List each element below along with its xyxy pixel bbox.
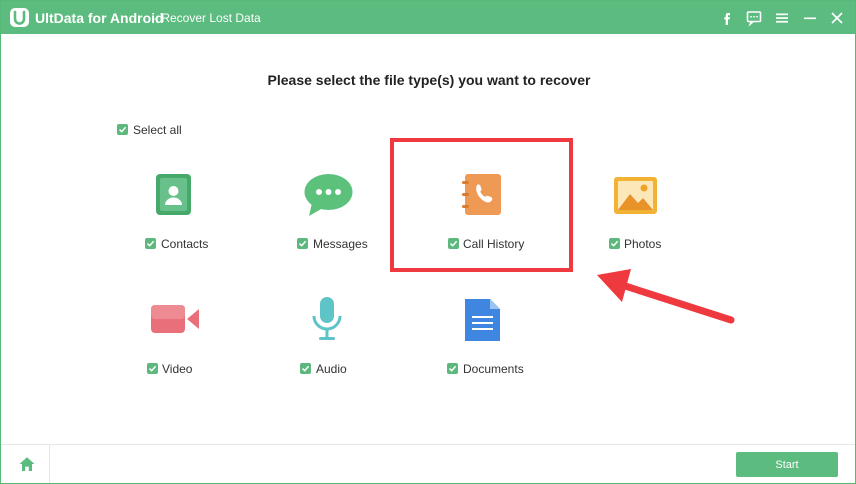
video-label[interactable]: Video (162, 362, 192, 376)
documents-label[interactable]: Documents (463, 362, 524, 376)
photos-checkbox[interactable] (609, 238, 620, 249)
contacts-label[interactable]: Contacts (161, 237, 208, 251)
app-logo-icon (10, 8, 29, 27)
contacts-icon[interactable] (156, 174, 192, 216)
home-icon[interactable] (16, 453, 38, 475)
app-name: UltData for Android (35, 10, 164, 26)
audio-label[interactable]: Audio (316, 362, 347, 376)
start-button[interactable]: Start (736, 452, 838, 477)
audio-icon[interactable] (311, 297, 343, 341)
messages-label[interactable]: Messages (313, 237, 368, 251)
menu-icon[interactable] (772, 8, 792, 28)
documents-icon[interactable] (465, 299, 500, 341)
photos-label[interactable]: Photos (624, 237, 661, 251)
arrow-annotation (597, 269, 735, 324)
video-icon[interactable] (151, 305, 199, 333)
video-checkbox[interactable] (147, 363, 158, 374)
messages-checkbox[interactable] (297, 238, 308, 249)
audio-checkbox[interactable] (300, 363, 311, 374)
select-all-label[interactable]: Select all (133, 123, 182, 137)
footer-divider (1, 444, 855, 445)
feedback-icon[interactable] (744, 8, 764, 28)
select-all-checkbox[interactable] (117, 124, 128, 135)
close-icon[interactable] (827, 8, 847, 28)
page-heading: Please select the file type(s) you want … (267, 72, 591, 88)
facebook-icon[interactable] (717, 8, 737, 28)
documents-checkbox[interactable] (447, 363, 458, 374)
window-subtitle: - Recover Lost Data (154, 11, 261, 25)
messages-icon[interactable] (304, 173, 353, 217)
footer-separator (49, 444, 50, 483)
highlight-box (390, 138, 573, 272)
app-window: UltData for Android - Recover Lost Data … (0, 0, 856, 484)
title-bar: UltData for Android - Recover Lost Data (1, 1, 855, 34)
contacts-checkbox[interactable] (145, 238, 156, 249)
minimize-icon[interactable] (800, 8, 820, 28)
photos-icon[interactable] (614, 177, 657, 214)
